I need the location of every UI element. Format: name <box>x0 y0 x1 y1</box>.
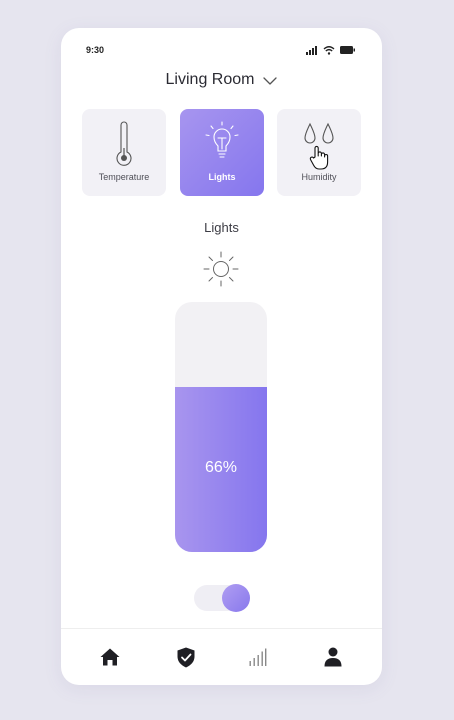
temperature-card-label: Temperature <box>98 172 150 182</box>
shield-check-icon <box>177 647 195 667</box>
phone-screen: 9:30 Living Room Temperature Lights Humi… <box>61 28 382 685</box>
nav-profile[interactable] <box>320 644 346 670</box>
home-icon <box>100 648 120 666</box>
brightness-icon-wrap <box>200 250 242 288</box>
status-icons <box>306 44 355 56</box>
brightness-slider[interactable]: 66% <box>175 302 267 552</box>
hand-cursor-icon <box>309 145 329 170</box>
status-bar: 9:30 <box>61 28 382 68</box>
thermometer-icon <box>116 121 132 166</box>
nav-stats[interactable] <box>245 644 271 670</box>
room-title: Living Room <box>165 71 255 88</box>
battery-icon <box>340 46 355 54</box>
chevron-down-icon <box>263 76 278 85</box>
brightness-value: 66% <box>204 459 238 476</box>
power-toggle[interactable] <box>194 584 250 612</box>
status-time: 9:30 <box>86 45 105 55</box>
lightbulb-icon <box>205 121 239 158</box>
stats-bars-icon <box>249 648 267 666</box>
nav-security[interactable] <box>173 644 199 670</box>
user-icon <box>324 647 342 667</box>
room-selector[interactable]: Living Room <box>61 67 382 93</box>
power-toggle-knob <box>222 584 250 612</box>
lights-card[interactable]: Lights <box>180 109 264 196</box>
lights-card-label: Lights <box>208 172 236 182</box>
device-category-cards: Temperature Lights Humidity <box>82 109 361 196</box>
humidity-card-label: Humidity <box>301 172 337 182</box>
bottom-nav <box>61 628 382 685</box>
wifi-icon <box>323 45 335 55</box>
section-title: Lights <box>204 220 239 235</box>
humidity-card[interactable]: Humidity <box>277 109 361 196</box>
nav-home[interactable] <box>97 644 123 670</box>
temperature-card[interactable]: Temperature <box>82 109 166 196</box>
signal-icon <box>306 45 317 55</box>
sun-icon <box>203 251 239 287</box>
